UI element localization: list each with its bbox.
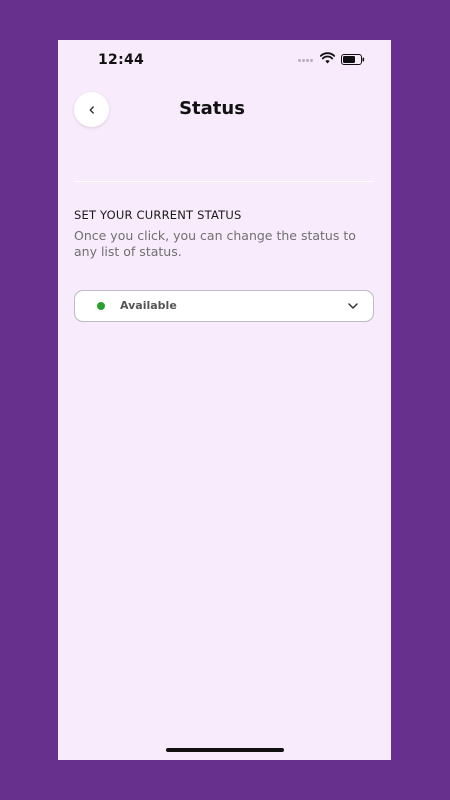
home-indicator [166,748,284,752]
status-bar: 12:44 [58,40,391,80]
section-description: Once you click, you can change the statu… [74,228,356,259]
status-dropdown[interactable]: Available [74,290,374,322]
section-heading: SET YOUR CURRENT STATUS [74,208,242,222]
wifi-icon [320,52,335,64]
page-title: Status [179,98,245,119]
battery-icon [341,54,365,65]
status-indicator-dot [97,302,105,310]
status-time: 12:44 [98,52,145,68]
status-dropdown-value: Available [120,299,177,312]
header-divider [74,181,374,182]
phone-screen: 12:44 Status SET YOUR CURRENT STATUS Onc… [58,40,391,760]
signal-icon [298,59,316,63]
chevron-down-icon [348,303,358,309]
